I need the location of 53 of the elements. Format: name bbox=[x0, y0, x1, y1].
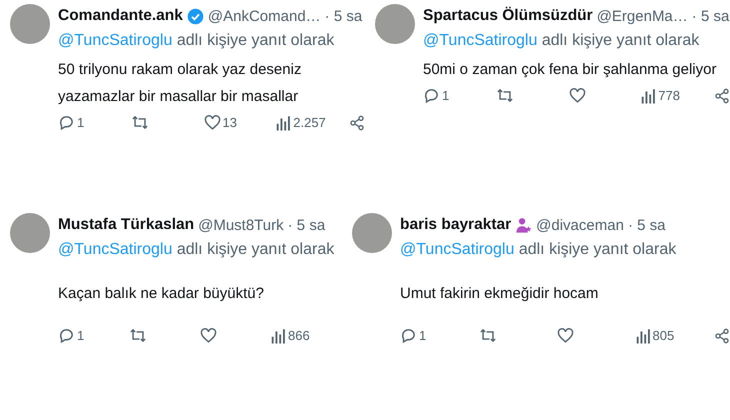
views-icon[interactable] bbox=[636, 328, 650, 344]
share-icon[interactable] bbox=[714, 88, 730, 104]
reply-count: 1 bbox=[77, 115, 84, 130]
post-time: · 5 sa bbox=[692, 8, 730, 24]
retweet-icon[interactable] bbox=[130, 114, 149, 131]
post-text: 50mi o zaman çok fena bir şahlanma geliyor bbox=[423, 60, 718, 80]
user-handle: @Must8Turk bbox=[198, 216, 284, 234]
heart-icon[interactable] bbox=[204, 114, 220, 131]
avatar[interactable] bbox=[352, 213, 392, 253]
reply-icon[interactable] bbox=[423, 87, 440, 104]
views-icon[interactable] bbox=[271, 328, 286, 344]
avatar[interactable] bbox=[10, 4, 50, 44]
user-name[interactable]: Comandante.ank bbox=[58, 7, 183, 25]
view-count: 778 bbox=[658, 88, 680, 103]
reply-context: adlı kişiye yanıt olarak bbox=[542, 32, 700, 49]
share-icon[interactable] bbox=[714, 328, 730, 344]
reply-context: adlı kişiye yanıt olarak bbox=[176, 241, 334, 258]
post-time: · 5 sa bbox=[628, 216, 666, 234]
view-count: 805 bbox=[652, 328, 674, 343]
retweet-icon[interactable] bbox=[496, 87, 514, 104]
user-name[interactable]: baris bayraktar bbox=[400, 216, 512, 234]
user-handle: @AnkComand… bbox=[208, 8, 321, 24]
avatar[interactable] bbox=[375, 4, 415, 44]
views-icon[interactable] bbox=[641, 88, 656, 104]
post-text: yazamazlar bir masallar bir masallar bbox=[58, 87, 300, 107]
view-count: 866 bbox=[288, 328, 310, 343]
user-name[interactable]: Mustafa Türkaslan bbox=[58, 216, 194, 234]
view-count: 2.257 bbox=[293, 115, 326, 130]
reply-context: adlı kişiye yanıt olarak bbox=[176, 32, 334, 49]
post-time: · 5 sa bbox=[288, 216, 326, 234]
reply-context: adlı kişiye yanıt olarak bbox=[518, 241, 676, 258]
heart-icon[interactable] bbox=[557, 327, 574, 344]
post-text: Umut fakirin ekmeğidir hocam bbox=[400, 284, 600, 304]
heart-icon[interactable] bbox=[568, 87, 586, 104]
reply-icon[interactable] bbox=[58, 114, 75, 131]
reply-icon[interactable] bbox=[58, 327, 75, 344]
views-icon[interactable] bbox=[276, 114, 292, 130]
user-handle: @ErgenMa… bbox=[596, 8, 688, 24]
post-text: 50 trilyonu rakam olarak yaz deseniz bbox=[58, 60, 302, 80]
user-handle: @divaceman bbox=[536, 216, 624, 234]
heart-icon[interactable] bbox=[200, 327, 217, 344]
reply-count: 1 bbox=[77, 328, 84, 343]
post-text: Kaçan balık ne kadar büyüktü? bbox=[58, 284, 265, 304]
reply-count: 1 bbox=[419, 328, 426, 343]
user-name[interactable]: Spartacus Ölümsüzdür bbox=[423, 7, 593, 25]
retweet-icon[interactable] bbox=[478, 327, 496, 344]
reply-icon[interactable] bbox=[400, 327, 417, 344]
post-time: · 5 sa bbox=[324, 8, 362, 24]
share-icon[interactable] bbox=[349, 114, 365, 130]
reply-count: 1 bbox=[442, 88, 450, 103]
retweet-icon[interactable] bbox=[129, 327, 147, 344]
like-count: 13 bbox=[222, 115, 237, 130]
avatar[interactable] bbox=[10, 213, 50, 253]
